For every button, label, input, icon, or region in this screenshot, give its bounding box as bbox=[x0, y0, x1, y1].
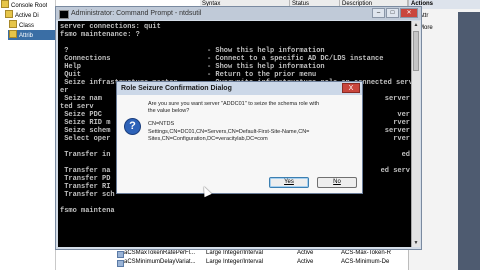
dialog-message-line: CN=NTDS bbox=[148, 121, 175, 127]
cmd-line: Transfer PD bbox=[60, 175, 110, 183]
cmd-line-text: Quit bbox=[60, 71, 82, 79]
cmd-line: Transfer sch bbox=[60, 191, 115, 199]
dialog-title: Role Seizure Confirmation Dialog bbox=[121, 85, 232, 92]
cmd-line-fragment: server bbox=[384, 127, 410, 135]
cmd-line-desc: - Show this help information bbox=[207, 63, 325, 71]
cmd-line: Quit - Return to the prior menu bbox=[60, 71, 316, 79]
cmd-title-bar[interactable]: Administrator: Command Prompt - ntdsutil… bbox=[56, 7, 421, 20]
cmd-line-text: ? bbox=[60, 47, 69, 55]
tree-item-classes[interactable]: Class bbox=[8, 20, 34, 30]
dialog-title-bar[interactable]: Role Seizure Confirmation Dialog X bbox=[117, 82, 362, 95]
cmd-scrollbar[interactable]: ▲ ▼ bbox=[411, 21, 420, 247]
cmd-line: Help - Show this help information bbox=[60, 63, 324, 71]
cell-syntax: Large Integer/Interval bbox=[206, 259, 264, 265]
cmd-line: er bbox=[60, 87, 68, 95]
cmd-line: Seize nam bbox=[60, 95, 102, 103]
cmd-line-text: Transfer PD bbox=[60, 175, 111, 183]
dialog-message-line: Are you sure you want server "ADDC01" to… bbox=[148, 101, 320, 107]
cmd-line: Transfer RI bbox=[60, 183, 110, 191]
window-controls: – □ ✕ bbox=[371, 8, 418, 18]
cmd-line-text: Seize schem bbox=[60, 127, 111, 135]
cmd-line: Connections - Connect to a specific AD DC… bbox=[60, 55, 383, 63]
cmd-line-text: er bbox=[60, 87, 69, 95]
cmd-line: fsmo maintenance: ? bbox=[60, 31, 140, 39]
console-tree: Console Root Active Di Class Attrib bbox=[0, 0, 56, 270]
cmd-line-fragment: ed serv bbox=[380, 167, 410, 175]
cmd-line-fragment: rver bbox=[393, 135, 410, 143]
cmd-line-text: fsmo maintena bbox=[60, 207, 115, 215]
folder-icon bbox=[5, 10, 13, 18]
cmd-line: Transfer na bbox=[60, 167, 110, 175]
folder-icon bbox=[1, 0, 9, 8]
cmd-line-fragment: server bbox=[384, 95, 410, 103]
cmd-line-text: Transfer na bbox=[60, 167, 111, 175]
dialog-body: ? Are you sure you want server "ADDC01" … bbox=[117, 95, 362, 193]
tree-item-console-root[interactable]: Console Root bbox=[0, 0, 47, 10]
close-button[interactable]: ✕ bbox=[400, 8, 418, 18]
minimize-button[interactable]: – bbox=[372, 8, 385, 18]
cmd-line-text: Transfer sch bbox=[60, 191, 115, 199]
cmd-line-desc: - Connect to a specific AD DC/LDS instan… bbox=[207, 55, 384, 63]
dialog-message-line: Sites,CN=Configuration,DC=veracitylab,DC… bbox=[148, 136, 268, 142]
cmd-line: Transfer in bbox=[60, 151, 110, 159]
cmd-line-desc: - Return to the prior menu bbox=[207, 71, 317, 79]
cmd-line-text: fsmo maintenance: ? bbox=[60, 31, 140, 39]
scroll-down-icon[interactable]: ▼ bbox=[412, 239, 420, 247]
cell-description: ACS-Minimum-De bbox=[341, 259, 390, 265]
attribute-icon bbox=[117, 260, 124, 267]
cmd-line: ? - Show this help information bbox=[60, 47, 324, 55]
attribute-icon bbox=[117, 250, 124, 258]
tree-item-attributes[interactable]: Attrib bbox=[8, 30, 55, 40]
dialog-message-line: Settings,CN=DC01,CN=Servers,CN=Default-F… bbox=[148, 129, 310, 135]
cmd-line-fragment: rver bbox=[393, 119, 410, 127]
cmd-line-fragment: ed bbox=[401, 151, 410, 159]
cmd-line-text: Seize nam bbox=[60, 95, 103, 103]
maximize-button[interactable]: □ bbox=[386, 8, 399, 18]
dialog-message-line: the value below? bbox=[148, 108, 190, 114]
cmd-line-fragment: ver bbox=[397, 111, 410, 119]
no-button[interactable]: No bbox=[317, 177, 357, 188]
cmd-icon bbox=[59, 10, 69, 19]
actions-side-bar bbox=[458, 12, 480, 270]
cmd-line-text: server connections: quit bbox=[60, 23, 161, 31]
cmd-line: ted serv bbox=[60, 103, 94, 111]
yes-button[interactable]: Yes bbox=[269, 177, 309, 188]
cell-name: aCSMinimumDelayVariat... bbox=[124, 259, 196, 265]
tree-item-active-directory[interactable]: Active Di bbox=[4, 10, 39, 20]
folder-icon bbox=[9, 20, 17, 28]
cmd-line-text: Connections bbox=[60, 55, 111, 63]
folder-icon bbox=[9, 30, 17, 38]
cmd-line-text: ted serv bbox=[60, 103, 94, 111]
cmd-line-text: Transfer in bbox=[60, 151, 111, 159]
role-seizure-dialog: Role Seizure Confirmation Dialog X ? Are… bbox=[116, 81, 363, 194]
dialog-close-button[interactable]: X bbox=[342, 83, 360, 93]
cmd-line: Select oper bbox=[60, 135, 110, 143]
cmd-line-text: Help bbox=[60, 63, 82, 71]
table-row[interactable]: aCSMinimumDelayVariat... Large Integer/In… bbox=[116, 258, 408, 267]
cmd-line: fsmo maintena bbox=[60, 207, 115, 215]
cmd-title: Administrator: Command Prompt - ntdsutil bbox=[71, 10, 202, 17]
cmd-line-desc: - Show this help information bbox=[207, 47, 325, 55]
scroll-thumb[interactable] bbox=[413, 31, 419, 71]
cmd-line: Seize schem bbox=[60, 127, 110, 135]
cmd-line-text: Select oper bbox=[60, 135, 111, 143]
cmd-line: Seize RID m bbox=[60, 119, 110, 127]
cmd-line-text: Seize PDC bbox=[60, 111, 103, 119]
cmd-line-text: Transfer RI bbox=[60, 183, 111, 191]
question-icon: ? bbox=[124, 118, 141, 135]
scroll-up-icon[interactable]: ▲ bbox=[412, 21, 420, 29]
cmd-line: Seize PDC bbox=[60, 111, 102, 119]
cmd-line: server connections: quit bbox=[60, 23, 161, 31]
cmd-line-text: Seize RID m bbox=[60, 119, 111, 127]
cell-status: Active bbox=[297, 259, 314, 265]
